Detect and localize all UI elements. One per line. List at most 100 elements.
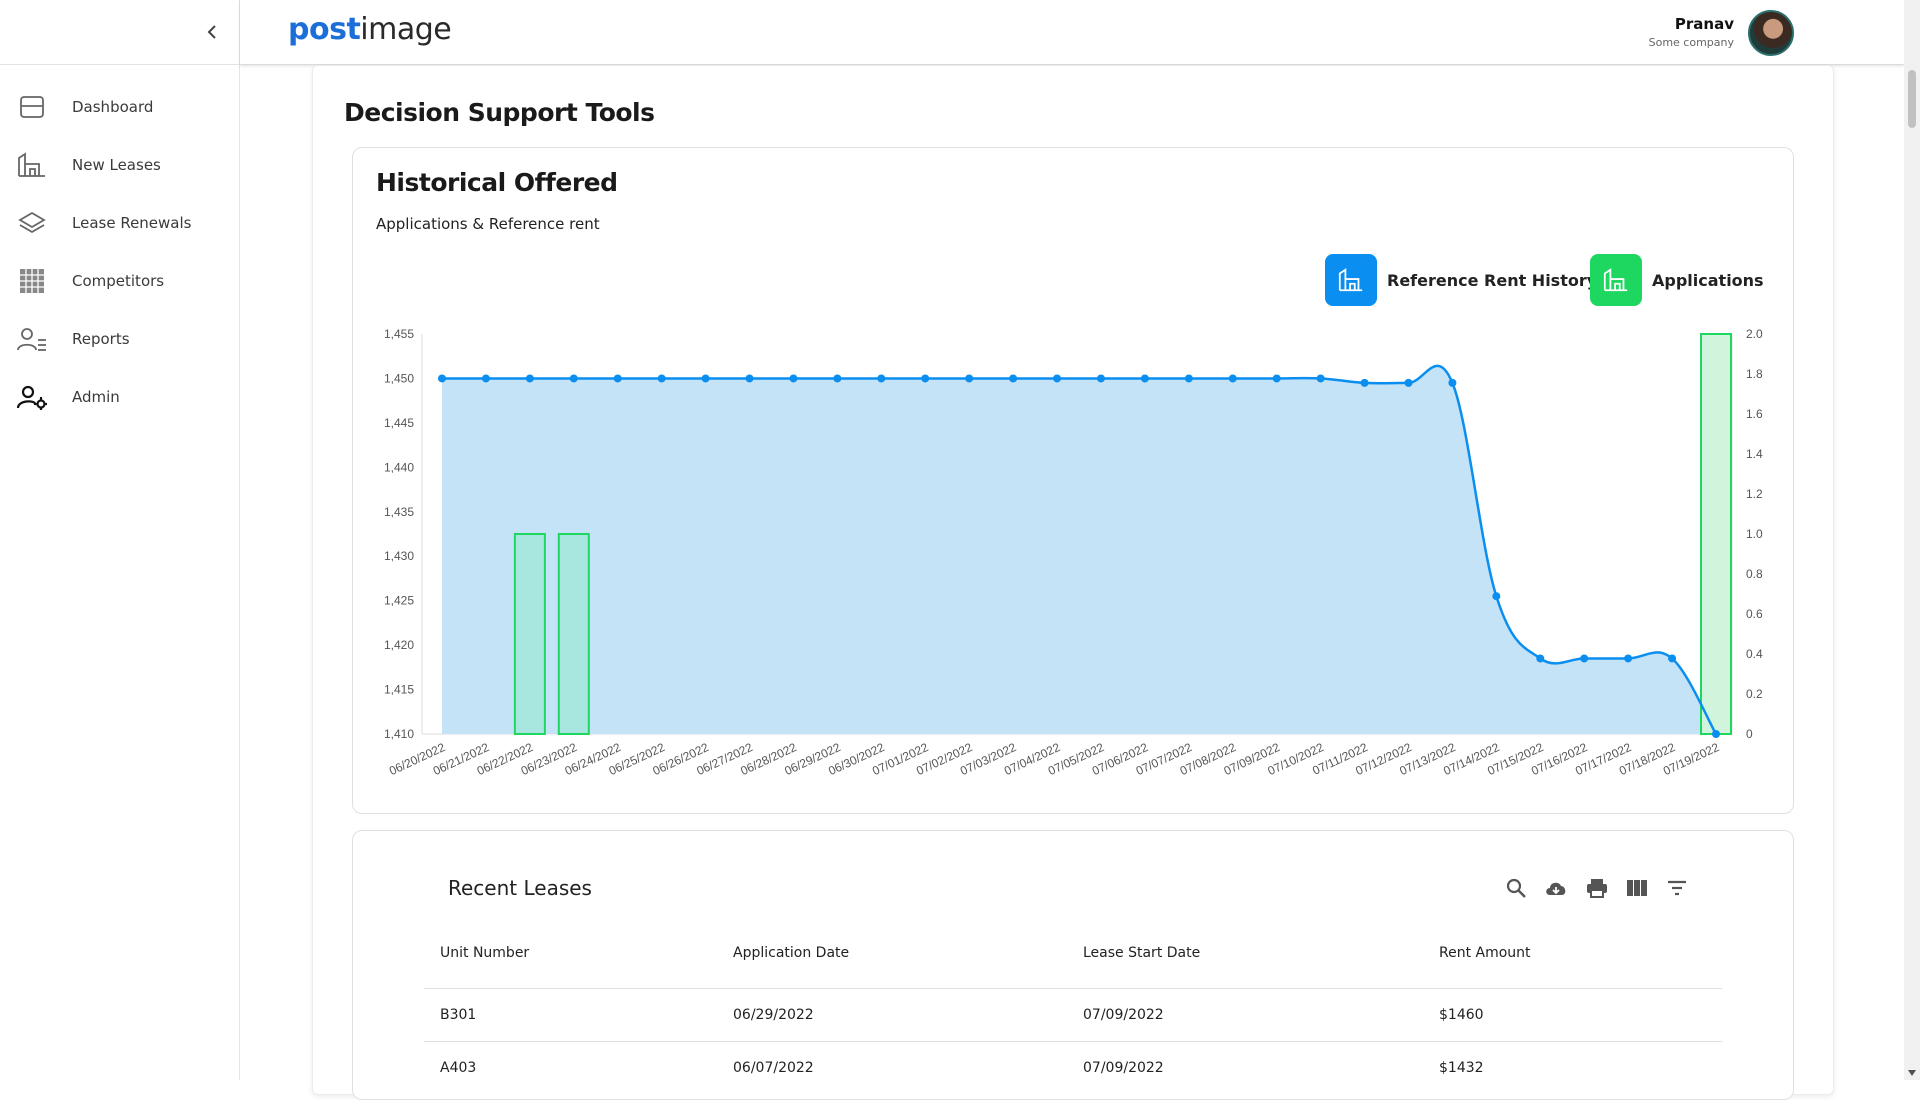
legend-reference-rent-history[interactable]: Reference Rent History	[1325, 254, 1597, 306]
brand-logo[interactable]: postimage	[288, 12, 452, 47]
rent-point	[1624, 654, 1633, 663]
y-right-tick-label: 0.8	[1746, 567, 1763, 581]
applications-bar	[557, 533, 590, 735]
table-cell: 07/09/2022	[1083, 1060, 1164, 1076]
layers-icon	[16, 207, 48, 239]
columns-button[interactable]	[1623, 874, 1651, 902]
y-left-tick-label: 1,445	[384, 416, 414, 430]
user-list-icon	[16, 323, 48, 355]
columns-icon	[1627, 880, 1647, 896]
y-left-tick-label: 1,425	[384, 594, 414, 608]
scroll-down-arrow-icon[interactable]	[1908, 1070, 1916, 1076]
page-title: Decision Support Tools	[344, 98, 655, 127]
y-right-tick-label: 0.4	[1746, 647, 1763, 661]
sidebar: Dashboard New Leases Lease Renewals Comp…	[0, 0, 240, 1080]
table-cell: $1460	[1439, 1007, 1484, 1023]
header-divider	[424, 988, 1722, 989]
print-icon	[1587, 879, 1607, 898]
rent-point	[1668, 654, 1677, 663]
rent-point	[525, 374, 534, 383]
sidebar-header	[0, 0, 239, 65]
cloud-download-icon	[1546, 882, 1566, 895]
rent-point	[1580, 654, 1589, 663]
search-icon	[1506, 878, 1526, 898]
y-left-tick-label: 1,455	[384, 327, 414, 341]
y-left-tick-label: 1,435	[384, 505, 414, 519]
table-cell: $1432	[1439, 1060, 1484, 1076]
rent-point	[613, 374, 622, 383]
chart-title: Historical Offered	[376, 168, 618, 197]
rent-point	[1536, 654, 1545, 663]
chart-subtitle: Applications & Reference rent	[376, 215, 600, 233]
y-left-tick-label: 1,420	[384, 638, 414, 652]
chevron-left-icon	[207, 25, 216, 39]
rent-point	[965, 374, 974, 383]
sidebar-item-label: Competitors	[72, 272, 165, 290]
y-left-tick-label: 1,440	[384, 460, 414, 474]
column-header-rent-amount[interactable]: Rent Amount	[1439, 945, 1531, 961]
column-header-unit-number[interactable]: Unit Number	[440, 945, 529, 961]
sidebar-item-label: Admin	[72, 388, 120, 406]
logo-part-post: post	[288, 12, 361, 47]
historical-offered-chart: 1,410 1,415 1,420 1,425 1,430 1,435 1,440 1,445…	[384, 327, 1763, 778]
rent-point	[569, 374, 578, 383]
rent-point	[1140, 374, 1149, 383]
avatar[interactable]	[1748, 10, 1794, 56]
download-button[interactable]	[1542, 874, 1570, 902]
table-cell: B301	[440, 1007, 477, 1023]
sidebar-item-admin[interactable]: Admin	[0, 368, 239, 426]
y-right-tick-label: 2.0	[1746, 327, 1763, 341]
rent-point	[438, 374, 446, 383]
sidebar-item-reports[interactable]: Reports	[0, 310, 239, 368]
y-left-tick-label: 1,430	[384, 549, 414, 563]
y-right-tick-label: 0.6	[1746, 607, 1763, 621]
rent-point	[789, 374, 798, 383]
grid-icon	[16, 265, 48, 297]
sidebar-item-label: Reports	[72, 330, 130, 348]
search-button[interactable]	[1502, 874, 1530, 902]
sidebar-item-lease-renewals[interactable]: Lease Renewals	[0, 194, 239, 252]
sidebar-item-new-leases[interactable]: New Leases	[0, 136, 239, 194]
legend-label: Applications	[1652, 270, 1764, 290]
y-left-tick-label: 1,450	[384, 371, 414, 385]
rent-point	[1228, 374, 1237, 383]
rent-point	[1404, 378, 1413, 387]
column-header-lease-start-date[interactable]: Lease Start Date	[1083, 945, 1200, 961]
print-button[interactable]	[1583, 874, 1611, 902]
rent-point	[1712, 730, 1720, 738]
rent-point	[657, 374, 666, 383]
sidebar-item-label: Lease Renewals	[72, 214, 192, 232]
sidebar-item-competitors[interactable]: Competitors	[0, 252, 239, 310]
filter-button[interactable]	[1663, 874, 1691, 902]
column-header-application-date[interactable]: Application Date	[733, 945, 849, 961]
sidebar-item-label: Dashboard	[72, 98, 154, 116]
rent-point	[921, 374, 930, 383]
y-right-tick-label: 1.8	[1746, 367, 1763, 381]
building-icon	[1590, 254, 1642, 306]
rent-point	[1272, 374, 1281, 383]
applications-bar	[1700, 333, 1732, 735]
building-icon	[1325, 254, 1377, 306]
rent-point	[701, 374, 710, 383]
y-right-tick-label: 1.2	[1746, 487, 1763, 501]
scrollbar-thumb[interactable]	[1908, 70, 1916, 128]
user-gear-icon	[16, 381, 48, 413]
y-right-tick-label: 1.6	[1746, 407, 1763, 421]
logo-part-image: image	[360, 12, 452, 47]
legend-applications[interactable]: Applications	[1590, 254, 1764, 306]
row-divider	[424, 1041, 1722, 1042]
rent-point	[1096, 374, 1105, 383]
rent-point	[1316, 374, 1325, 383]
rent-point	[1360, 378, 1369, 387]
sidebar-nav: Dashboard New Leases Lease Renewals Comp…	[0, 65, 239, 426]
sidebar-item-dashboard[interactable]: Dashboard	[0, 78, 239, 136]
recent-leases-card	[352, 830, 1794, 1100]
dashboard-icon	[16, 91, 48, 123]
rent-point	[1448, 378, 1457, 387]
page-scrollbar[interactable]	[1904, 0, 1920, 1080]
legend-label: Reference Rent History	[1387, 270, 1598, 290]
table-cell: 06/07/2022	[733, 1060, 814, 1076]
rent-point	[745, 374, 754, 383]
collapse-sidebar-button[interactable]	[200, 18, 224, 46]
filter-icon	[1668, 880, 1686, 896]
